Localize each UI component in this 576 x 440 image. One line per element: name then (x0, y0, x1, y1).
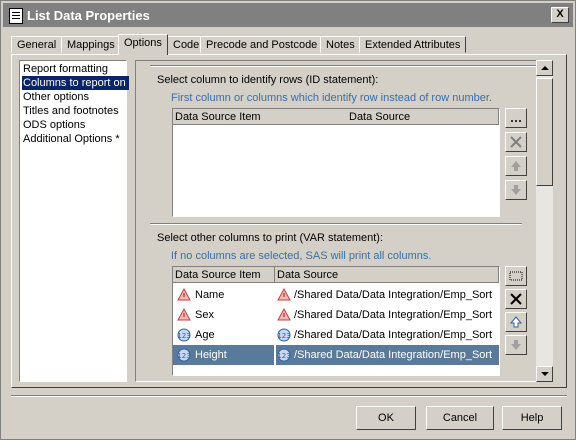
numeric-circle-icon: 123 (277, 348, 291, 362)
warning-triangle-icon (177, 288, 191, 301)
numeric-circle-icon: 123 (277, 328, 291, 342)
delete-x-icon (510, 136, 522, 148)
title-bar: List Data Properties X (3, 3, 573, 27)
svg-text:123: 123 (177, 332, 190, 340)
id-statement-hint: First column or columns which identify r… (171, 92, 492, 104)
columns-pane: Select column to identify rows (ID state… (135, 60, 553, 382)
scroll-thumb[interactable] (536, 78, 553, 186)
arrow-up-icon (511, 161, 521, 171)
close-button[interactable]: X (551, 7, 569, 23)
footer-divider (11, 395, 567, 396)
section-divider-middle (150, 223, 522, 224)
var-grid-header: Data Source Item Data Source (173, 267, 499, 283)
scroll-down-button[interactable] (536, 366, 553, 382)
help-button[interactable]: Help (502, 406, 562, 430)
svg-text:123: 123 (277, 352, 290, 360)
var-row-source-cell: 123 /Shared Data/Data Integration/Emp_So… (275, 325, 499, 345)
category-ods-options[interactable]: ODS options (22, 118, 88, 132)
arrow-down-icon (511, 185, 521, 195)
var-col-header-source[interactable]: Data Source (275, 267, 499, 283)
section-divider-top (150, 65, 536, 66)
svg-text:123: 123 (277, 332, 290, 340)
var-row-item-cell: 123 Height (173, 345, 274, 365)
id-move-down-button[interactable] (505, 180, 527, 200)
var-remove-button[interactable] (505, 289, 527, 309)
category-titles-footnotes[interactable]: Titles and footnotes (22, 104, 122, 118)
var-source-label: /Shared Data/Data Integration/Emp_Sort (294, 329, 493, 341)
tab-extended-attributes[interactable]: Extended Attributes (359, 36, 467, 53)
var-item-label: Sex (195, 309, 214, 321)
id-move-up-button[interactable] (505, 156, 527, 176)
var-columns-grid[interactable]: Data Source Item Data Source Name /Share… (172, 266, 500, 376)
arrow-up-icon (509, 316, 523, 328)
scroll-up-arrow-icon (541, 66, 549, 70)
id-grid-header: Data Source Item Data Source (173, 109, 499, 125)
var-item-label: Name (195, 289, 225, 301)
var-row-age[interactable]: 123 Age 123 /Shared Data/Data Integratio… (173, 325, 499, 345)
ellipsis-icon (511, 120, 521, 122)
var-source-label: /Shared Data/Data Integration/Emp_Sort (294, 349, 493, 361)
numeric-circle-icon: 123 (177, 328, 191, 342)
var-move-up-button[interactable] (505, 312, 527, 332)
category-additional-options[interactable]: Additional Options * (22, 132, 123, 146)
tab-mappings[interactable]: Mappings (61, 36, 121, 53)
scroll-up-button[interactable] (536, 60, 553, 76)
var-row-height[interactable]: 123 Height 123 /Shared Data/Data Integra… (173, 345, 499, 365)
var-source-label: /Shared Data/Data Integration/Emp_Sort (294, 309, 493, 321)
id-columns-grid[interactable]: Data Source Item Data Source (172, 108, 500, 217)
var-row-name[interactable]: Name /Shared Data/Data Integration/Emp_S… (173, 285, 499, 305)
var-item-label: Height (195, 349, 227, 361)
numeric-circle-icon: 123 (177, 348, 191, 362)
arrow-down-icon (511, 340, 521, 350)
var-statement-hint: If no columns are selected, SAS will pri… (171, 250, 432, 262)
var-row-source-cell: /Shared Data/Data Integration/Emp_Sort (275, 305, 499, 325)
options-vertical-scrollbar[interactable] (536, 60, 553, 382)
cancel-button[interactable]: Cancel (426, 406, 494, 430)
var-row-sex[interactable]: Sex /Shared Data/Data Integration/Emp_So… (173, 305, 499, 325)
id-col-header-item[interactable]: Data Source Item (173, 109, 347, 125)
category-other-options[interactable]: Other options (22, 90, 92, 104)
ellipsis-icon (509, 271, 523, 281)
tab-precode-postcode[interactable]: Precode and Postcode (200, 36, 324, 53)
delete-x-icon (510, 293, 522, 305)
options-category-list[interactable]: Report formatting Columns to report on O… (19, 60, 129, 382)
list-data-properties-dialog: List Data Properties X General Mappings … (0, 0, 576, 440)
tab-general[interactable]: General (11, 36, 63, 53)
warning-triangle-icon (177, 308, 191, 321)
window-title: List Data Properties (27, 8, 150, 23)
var-row-item-cell: Sex (173, 305, 275, 325)
var-row-source-cell: /Shared Data/Data Integration/Emp_Sort (275, 285, 499, 305)
category-columns-to-report-on[interactable]: Columns to report on (22, 76, 129, 90)
var-row-source-cell: 123 /Shared Data/Data Integration/Emp_So… (276, 345, 499, 365)
tab-options[interactable]: Options (118, 34, 168, 55)
scroll-down-arrow-icon (541, 372, 549, 376)
var-source-label: /Shared Data/Data Integration/Emp_Sort (294, 289, 493, 301)
var-browse-button[interactable] (505, 266, 527, 286)
var-statement-label: Select other columns to print (VAR state… (157, 232, 383, 244)
warning-triangle-icon (277, 308, 291, 321)
properties-icon (9, 8, 23, 24)
category-report-formatting[interactable]: Report formatting (22, 62, 111, 76)
warning-triangle-icon (277, 288, 291, 301)
id-browse-button[interactable] (505, 108, 527, 128)
var-move-down-button[interactable] (505, 335, 527, 355)
svg-text:123: 123 (177, 352, 190, 360)
id-remove-button[interactable] (505, 132, 527, 152)
id-statement-label: Select column to identify rows (ID state… (157, 74, 379, 86)
var-item-label: Age (195, 329, 215, 341)
var-col-header-item[interactable]: Data Source Item (173, 267, 275, 283)
var-row-item-cell: Name (173, 285, 275, 305)
id-col-header-source[interactable]: Data Source (347, 109, 499, 125)
tab-notes[interactable]: Notes (320, 36, 361, 53)
var-row-item-cell: 123 Age (173, 325, 275, 345)
ok-button[interactable]: OK (356, 406, 416, 430)
